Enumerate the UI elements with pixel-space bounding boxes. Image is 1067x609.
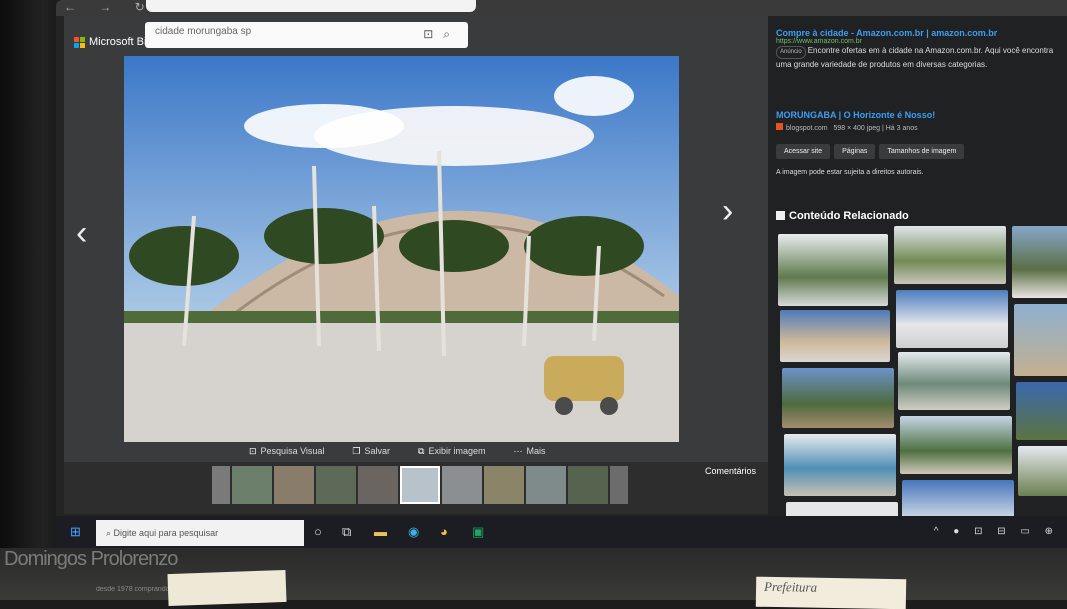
- related-image[interactable]: [778, 234, 888, 306]
- related-image[interactable]: [782, 368, 894, 428]
- related-image[interactable]: [786, 502, 898, 516]
- search-input[interactable]: cidade morungaba sp ⊡⌕: [145, 22, 468, 48]
- camera-icon[interactable]: ⊡: [423, 27, 443, 41]
- related-image[interactable]: [898, 352, 1010, 410]
- search-icon[interactable]: ⌕: [443, 27, 460, 41]
- windows-taskbar: ⊞ ⌕ Digite aqui para pesquisar ○ ⧉ ▬ ◉ ◕…: [56, 516, 1067, 548]
- edge-icon[interactable]: ◉: [408, 524, 419, 540]
- result-source[interactable]: blogspot.com: [786, 125, 828, 132]
- microsoft-logo-icon: [74, 36, 85, 48]
- ad-description: Encontre ofertas em à cidade na Amazon.c…: [776, 46, 1054, 69]
- thumbnail[interactable]: [358, 466, 398, 504]
- related-content-heading: Conteúdo Relacionado: [776, 210, 909, 222]
- taskbar-search-input[interactable]: ⌕ Digite aqui para pesquisar: [96, 520, 304, 546]
- monitor-frame-left: [0, 0, 60, 560]
- comments-link[interactable]: Comentários: [705, 466, 756, 476]
- thumbnail[interactable]: [610, 466, 628, 504]
- thumbnail-selected[interactable]: [400, 466, 440, 504]
- thumbnail[interactable]: [316, 466, 356, 504]
- desk-sign: Domingos Prolorenzo: [4, 548, 178, 570]
- system-tray[interactable]: ^ ● ⊡ ⊟ ▭ ⊕: [934, 526, 1059, 537]
- browser-nav-buttons[interactable]: ← → ↻: [64, 0, 155, 14]
- monitor-screen: ← → ↻ Microsoft Bing cidade morungaba sp…: [56, 0, 1067, 548]
- thumbnail[interactable]: [526, 466, 566, 504]
- save-icon: ❐: [352, 446, 361, 456]
- next-image-arrow[interactable]: ›: [722, 192, 733, 231]
- task-view-icon[interactable]: ⧉: [342, 524, 351, 540]
- details-sidebar: Compre à cidade - Amazon.com.br | amazon…: [768, 16, 1067, 516]
- pages-button[interactable]: Páginas: [834, 144, 876, 159]
- search-query: cidade morungaba sp: [155, 26, 252, 37]
- related-image[interactable]: [1012, 226, 1067, 298]
- thumbnail-strip: Comentários: [64, 462, 768, 514]
- thumbnail[interactable]: [568, 466, 608, 504]
- related-image[interactable]: [896, 290, 1008, 348]
- thumbnail[interactable]: [232, 466, 272, 504]
- main-image[interactable]: [124, 56, 679, 442]
- view-image-icon: ⧉: [418, 446, 425, 456]
- related-image[interactable]: [894, 226, 1006, 284]
- visual-search-icon: ⊡: [249, 446, 257, 456]
- browser-toolbar: ← → ↻: [56, 0, 1067, 16]
- related-image[interactable]: [1016, 382, 1067, 440]
- related-image[interactable]: [1014, 304, 1067, 376]
- related-image[interactable]: [902, 480, 1014, 516]
- thumbnail[interactable]: [274, 466, 314, 504]
- chrome-icon[interactable]: ◕: [440, 524, 448, 539]
- visual-search-button[interactable]: ⊡ Pesquisa Visual: [249, 446, 324, 457]
- more-icon: ···: [513, 446, 523, 456]
- related-image[interactable]: [784, 434, 896, 496]
- excel-icon[interactable]: ▣: [472, 524, 484, 540]
- windows-start-icon[interactable]: ⊞: [70, 524, 81, 540]
- image-actions: ⊡ Pesquisa Visual ❐ Salvar ⧉ Exibir imagem …: [249, 446, 545, 457]
- view-image-button[interactable]: ⧉ Exibir imagem: [418, 446, 485, 457]
- search-icons: ⊡⌕: [423, 27, 460, 42]
- thumbnail[interactable]: [484, 466, 524, 504]
- file-explorer-icon[interactable]: ▬: [374, 524, 387, 539]
- image-sizes-button[interactable]: Tamanhos de imagem: [879, 144, 965, 159]
- source-icon: [776, 123, 783, 130]
- thumbnail[interactable]: [442, 466, 482, 504]
- related-image[interactable]: [780, 310, 890, 362]
- sticky-note-prefeitura: Prefeitura: [755, 576, 907, 609]
- taskbar-search-placeholder: Digite aqui para pesquisar: [113, 528, 219, 538]
- search-icon: ⌕: [106, 528, 114, 538]
- morungaba-photo: [124, 56, 679, 442]
- ad-title-link[interactable]: Compre à cidade - Amazon.com.br | amazon…: [776, 28, 1066, 38]
- thumbnail[interactable]: [212, 466, 230, 504]
- copyright-notice: A imagem pode estar sujeita a direitos a…: [776, 169, 924, 176]
- sticky-note: [167, 569, 287, 607]
- related-icon: [776, 211, 785, 220]
- previous-image-arrow[interactable]: ‹: [76, 214, 87, 253]
- related-image[interactable]: [1018, 446, 1067, 496]
- related-image[interactable]: [900, 416, 1012, 474]
- image-viewer: Microsoft Bing cidade morungaba sp ⊡⌕ ‹ …: [64, 16, 768, 462]
- ad-url[interactable]: https://www.amazon.com.br: [776, 38, 1066, 45]
- cortana-icon[interactable]: ○: [314, 524, 322, 539]
- save-button[interactable]: ❐ Salvar: [352, 446, 390, 457]
- more-button[interactable]: ··· Mais: [513, 446, 545, 457]
- visit-site-button[interactable]: Acessar site: [776, 144, 831, 159]
- result-meta: 598 × 400 jpeg | Há 3 anos: [833, 125, 918, 132]
- ad-badge: Anúncio: [776, 46, 806, 59]
- result-title-link[interactable]: MORUNGABA | O Horizonte é Nosso!: [776, 110, 1066, 120]
- related-title-text: Conteúdo Relacionado: [789, 210, 909, 222]
- address-bar[interactable]: [146, 0, 476, 12]
